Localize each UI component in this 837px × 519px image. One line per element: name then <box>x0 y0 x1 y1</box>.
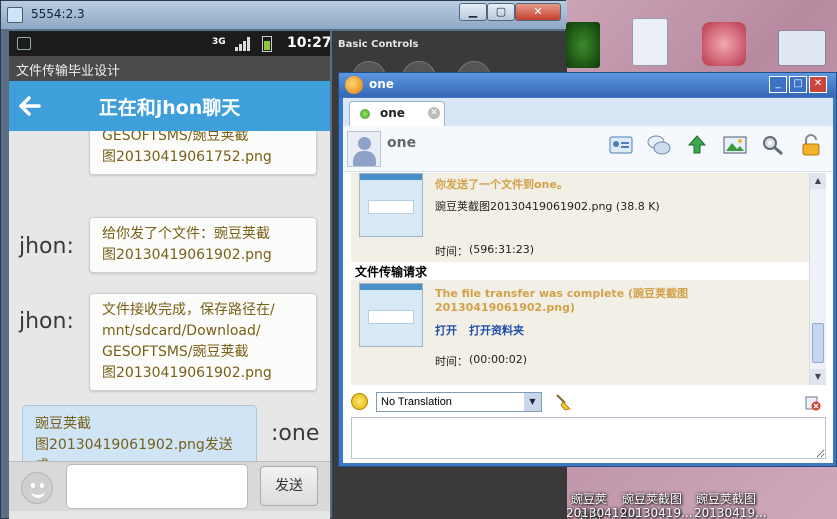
scroll-down-icon[interactable]: ▼ <box>810 369 826 385</box>
message-bubble[interactable]: GESOFTSMS/豌豆荚截 图20130419061752.png <box>89 131 317 175</box>
message-line: 图20130419061902.png <box>102 247 272 263</box>
input-bar: 发送 <box>9 461 330 511</box>
open-file-link[interactable]: 打开 <box>435 322 457 338</box>
desktop-file-label[interactable]: 豌豆荚截图 <box>620 490 684 507</box>
emulator-titlebar[interactable]: 5554:2.3 ▁ ▢ ✕ <box>1 1 567 29</box>
im-titlebar[interactable]: one _ □ ✕ <box>339 73 836 97</box>
send-button[interactable]: 发送 <box>260 466 318 506</box>
sent-file-info: 豌豆荚截图20130419061902.png (38.8 K) <box>435 200 660 213</box>
settings-tools-icon[interactable] <box>761 134 785 156</box>
contact-card-icon[interactable] <box>609 134 633 156</box>
chat-title: 正在和jhon聊天 <box>98 97 241 119</box>
maximize-button[interactable]: ▢ <box>487 3 515 21</box>
chevron-down-icon[interactable]: ▼ <box>524 393 541 411</box>
message-line: 图20130419061752.png <box>102 149 272 165</box>
translation-value: No Translation <box>381 396 452 408</box>
im-close-button[interactable]: ✕ <box>809 76 827 93</box>
sender-label: jhon: <box>19 234 74 259</box>
lock-icon[interactable] <box>799 134 823 156</box>
translation-select[interactable]: No Translation ▼ <box>376 392 542 412</box>
signal-icon <box>235 37 251 51</box>
status-time: 10:27 <box>287 35 330 51</box>
desktop-phone-icon[interactable] <box>632 18 668 66</box>
send-file-icon[interactable] <box>685 134 709 156</box>
message-bubble[interactable]: 文件接收完成，保存路径在/ mnt/sdcard/Download/ GESOF… <box>89 293 317 391</box>
desktop-file-sublabel: 20130419... <box>620 506 693 519</box>
im-message-input[interactable] <box>351 417 826 459</box>
message-list[interactable]: GESOFTSMS/豌豆荚截 图20130419061752.png jhon:… <box>9 131 330 461</box>
time-label: 时间： <box>435 245 468 258</box>
phone-screen: 3G 10:27 文件传输毕业设计 正在和jhon聊天 GESOFTSMS/豌豆… <box>9 31 330 519</box>
emulator-app-icon <box>7 7 23 23</box>
tab-label: one <box>380 106 405 120</box>
sender-label: jhon: <box>19 309 74 334</box>
chat-header: 正在和jhon聊天 <box>9 81 330 131</box>
chat-bubbles-icon[interactable] <box>647 134 671 156</box>
message-input[interactable] <box>66 464 248 509</box>
image-icon[interactable] <box>723 134 747 156</box>
tab-one[interactable]: one ✕ <box>349 101 445 126</box>
time-value: (596:31:23) <box>469 243 534 256</box>
im-minimize-button[interactable]: _ <box>769 76 787 93</box>
message-line: GESOFTSMS/豌豆荚截 <box>102 344 249 360</box>
emoji-icon[interactable] <box>21 472 53 504</box>
conversation-scrollbar[interactable]: ▲ ▼ <box>809 173 826 385</box>
im-title: one <box>369 77 394 91</box>
broom-icon[interactable] <box>554 393 572 411</box>
avatar[interactable] <box>347 131 381 167</box>
transfer-complete-notice: The file transfer was complete (豌豆荚截图201… <box>435 287 689 314</box>
open-folder-link[interactable]: 打开资料夹 <box>469 322 524 338</box>
scroll-thumb[interactable] <box>812 323 824 363</box>
contact-bar: one <box>343 126 833 172</box>
im-tab-strip: one ✕ <box>343 98 833 126</box>
im-chat-window: one _ □ ✕ one ✕ one 你发送了一个文件到one。 豌豆荚截图2… <box>338 72 837 467</box>
message-line: mnt/sdcard/Download/ <box>102 323 261 339</box>
time-label: 时间： <box>435 355 468 368</box>
desktop-file-sublabel: 20130419... <box>694 506 767 519</box>
message-line: GESOFTSMS/豌豆荚截 <box>102 131 249 144</box>
desktop-window-icon[interactable] <box>778 30 826 66</box>
message-line: 豌豆荚截 <box>35 416 91 432</box>
message-line: 文件接收完成，保存路径在/ <box>102 302 275 318</box>
tab-close-icon[interactable]: ✕ <box>428 107 440 119</box>
network-type: 3G <box>212 37 226 47</box>
usb-debug-icon <box>17 37 31 50</box>
desktop-database-icon[interactable] <box>702 22 746 66</box>
desktop-file-sublabel: 20130419... <box>566 506 639 519</box>
battery-icon <box>262 36 272 52</box>
status-bar: 3G 10:27 <box>9 31 330 56</box>
scroll-up-icon[interactable]: ▲ <box>810 173 826 189</box>
minimize-button[interactable]: ▁ <box>459 3 487 21</box>
im-input-toolbar: No Translation ▼ <box>351 392 826 414</box>
desktop-app-icon[interactable] <box>566 22 600 68</box>
message-line: 图20130419061902.png发送成 <box>35 437 233 461</box>
app-title: 文件传输毕业设计 <box>9 56 330 81</box>
im-logo-icon <box>345 76 363 94</box>
desktop-file-label[interactable]: 豌豆荚截图 <box>694 490 758 507</box>
sent-notice: 你发送了一个文件到one。 <box>435 178 568 191</box>
file-thumbnail[interactable] <box>359 173 423 237</box>
my-message-bubble[interactable]: 豌豆荚截 图20130419061902.png发送成 功！ <box>22 405 257 461</box>
close-button[interactable]: ✕ <box>515 3 561 21</box>
emulator-title: 5554:2.3 <box>31 7 85 21</box>
im-body: one 你发送了一个文件到one。 豌豆荚截图20130419061902.pn… <box>343 126 833 463</box>
message-line: 图20130419061902.png <box>102 365 272 381</box>
message-line: 给你发了个文件：豌豆荚截 <box>102 226 270 242</box>
my-sender-label: :one <box>271 421 320 446</box>
file-thumbnail[interactable] <box>359 283 423 347</box>
time-value: (00:00:02) <box>469 353 527 366</box>
conversation-pane[interactable]: 你发送了一个文件到one。 豌豆荚截图20130419061902.png (3… <box>351 173 809 385</box>
smiley-icon[interactable] <box>351 393 368 410</box>
im-maximize-button[interactable]: □ <box>789 76 807 93</box>
message-bubble[interactable]: 给你发了个文件：豌豆荚截 图20130419061902.png <box>89 217 317 273</box>
online-status-icon <box>360 109 370 119</box>
contact-name: one <box>387 135 417 151</box>
file-transfer-section-title: 文件传输请求 <box>351 262 809 280</box>
clear-history-icon[interactable] <box>805 395 821 411</box>
controls-label: Basic Controls <box>338 39 419 50</box>
